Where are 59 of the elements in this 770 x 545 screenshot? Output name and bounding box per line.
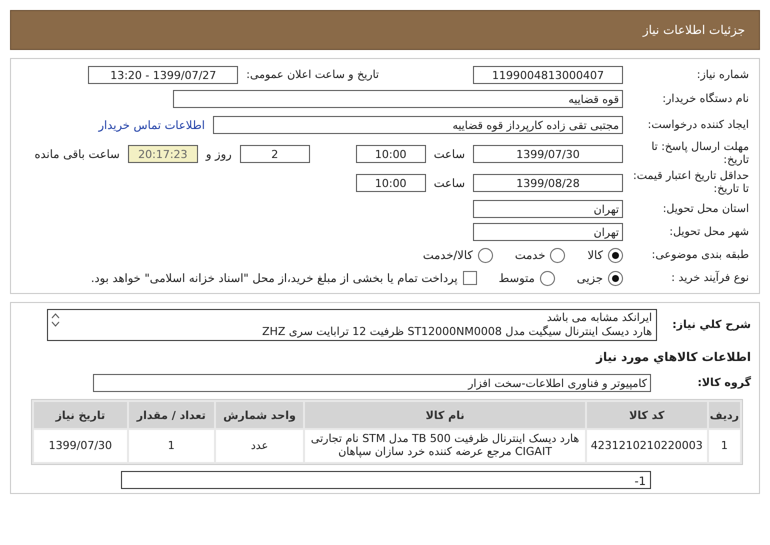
- scroll-arrows-icon[interactable]: [51, 313, 60, 327]
- radio-option[interactable]: خدمت: [514, 248, 566, 262]
- table-cell: 1: [128, 430, 214, 462]
- radio-button[interactable]: [608, 248, 623, 262]
- field-label: تاریخ و ساعت اعلان عمومی:: [246, 68, 379, 82]
- treasury-checkbox-option[interactable]: پرداخت تمام یا بخشی از مبلغ خرید،از محل "اسناد خزانه اسلامی" خواهد بود.: [90, 271, 477, 285]
- input-field[interactable]: 1399/07/27 - 13:20: [88, 66, 238, 84]
- time-label: ساعت: [434, 176, 465, 190]
- table-cell: 1399/07/30: [34, 430, 127, 462]
- section-heading: اطلاعات کالاهاي مورد نياز: [596, 350, 751, 364]
- column-header: ردیف: [708, 402, 740, 428]
- radio-button[interactable]: [540, 270, 555, 286]
- radio-button[interactable]: [478, 248, 493, 262]
- column-header: تعداد / مقدار: [128, 402, 214, 428]
- column-header: واحد شمارش: [216, 402, 304, 428]
- field-label: مهلت ارسال پاسخ: تا تاریخ:: [650, 141, 749, 167]
- radio-option[interactable]: جزیی: [576, 270, 623, 286]
- input-field[interactable]: مجتبی تقی زاده کارپرداز قوه قضاییه: [213, 116, 623, 134]
- column-header: تاریخ نیاز: [34, 402, 127, 428]
- page-header: جزئیات اطلاعات نیاز: [10, 10, 760, 50]
- countdown-field: 20:17:23: [128, 145, 198, 163]
- input-field[interactable]: 10:00: [356, 174, 426, 192]
- field-label: طبقه بندی موضوعی:: [650, 248, 749, 262]
- input-field[interactable]: 1399/08/28: [473, 174, 623, 192]
- radio-button[interactable]: [608, 270, 623, 286]
- input-field[interactable]: 10:00: [356, 145, 426, 163]
- input-field[interactable]: قوه قضاییه: [173, 90, 623, 108]
- field-label: شماره نیاز:: [696, 68, 749, 82]
- field-label: نام دستگاه خریدار:: [661, 92, 749, 106]
- table-cell: 4231210210220003: [586, 430, 707, 462]
- input-field[interactable]: کامپیوتر و فناوری اطلاعات-سخت افزار: [93, 374, 651, 392]
- table-cell: عدد: [216, 430, 304, 462]
- input-field[interactable]: 1199004813000407: [473, 66, 623, 84]
- description-textarea[interactable]: ایرانکد مشابه می باشد هارد دیسک اینترنال سیگیت مدل ST12000NM0008 ظرفیت 12 ترابایت سری ZHZ: [47, 309, 657, 341]
- buyer-contact-link[interactable]: اطلاعات تماس خریدار: [98, 118, 205, 132]
- field-label: شهر محل تحویل:: [668, 226, 749, 238]
- radio-button[interactable]: [550, 248, 566, 262]
- field-label: شرح کلي نياز:: [671, 318, 751, 332]
- days-label: روز و: [206, 147, 232, 161]
- time-label: ساعت: [434, 147, 465, 161]
- field-label: ایجاد کننده درخواست:: [646, 118, 749, 132]
- radio-option[interactable]: متوسط: [498, 270, 555, 286]
- remaining-label: ساعت باقی مانده: [34, 147, 120, 161]
- column-header: کد کالا: [586, 402, 707, 428]
- table-cell: هارد دیسک اینترنال ظرفیت 500 TB مدل STM نام تجارتی CIGAIT مرجع عرضه کننده خرد سازان سپاهان: [305, 430, 585, 462]
- field-label: گروه کالا:: [696, 376, 751, 390]
- input-field[interactable]: تهران: [473, 200, 623, 218]
- input-field[interactable]: 2: [240, 145, 310, 163]
- radio-option[interactable]: کالا: [587, 248, 623, 262]
- field-label: استان محل تحویل:: [662, 202, 749, 216]
- input-field[interactable]: 1399/07/30: [473, 145, 623, 163]
- field-label: نوع فرآیند خرید :: [670, 272, 749, 284]
- column-header: نام کالا: [305, 402, 585, 428]
- table-cell: 1: [708, 430, 740, 462]
- field-label: حداقل تاریخ اعتبار قیمت: تا تاریخ:: [632, 170, 749, 196]
- input-field[interactable]: تهران: [473, 223, 623, 241]
- checkbox[interactable]: [462, 271, 477, 285]
- radio-option[interactable]: کالا/خدمت: [422, 248, 493, 262]
- notes-textarea[interactable]: 1-: [121, 471, 651, 489]
